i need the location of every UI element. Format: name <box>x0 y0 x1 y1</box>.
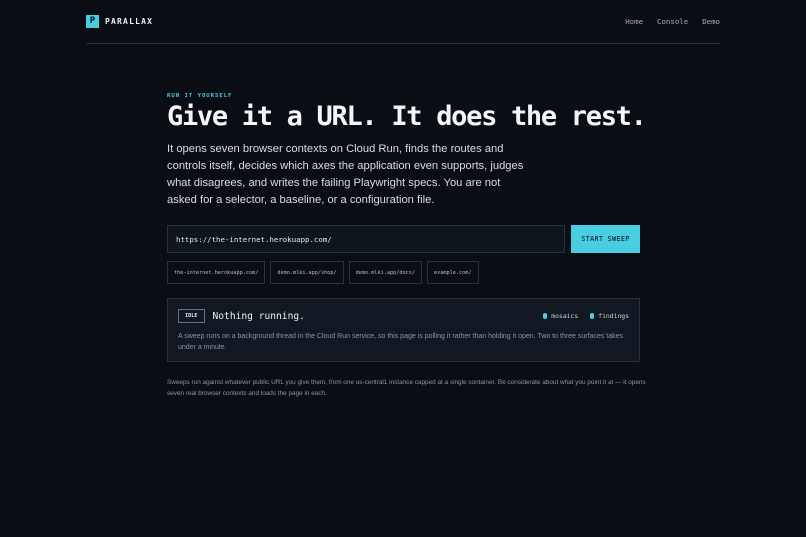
example-url-chip[interactable]: demo.mlki.app/shop/ <box>270 261 344 284</box>
page-title: Give it a URL. It does the rest. <box>167 101 647 132</box>
legend-item-mosaics: mosaics <box>543 312 578 320</box>
legend-item-findings: findings <box>590 312 629 320</box>
brand[interactable]: P PARALLAX <box>86 15 153 28</box>
url-input[interactable] <box>167 225 565 253</box>
footnote: Sweeps run against whatever public URL y… <box>167 379 646 397</box>
legend-label: mosaics <box>551 312 579 320</box>
status-description: A sweep runs on a background thread in t… <box>178 333 624 351</box>
status-title: Nothing running. <box>212 310 305 322</box>
nav-console-link[interactable]: Console <box>657 17 688 26</box>
dot-icon <box>590 313 595 319</box>
dot-icon <box>543 313 548 319</box>
brand-name: PARALLAX <box>105 17 154 26</box>
status-badge: IDLE <box>178 309 205 323</box>
legend-label: findings <box>598 312 629 320</box>
status-header: IDLE Nothing running. mosaics findings <box>178 309 629 323</box>
eyebrow-label: RUN IT YOURSELF <box>167 93 233 99</box>
example-url-chip[interactable]: example.com/ <box>427 261 479 284</box>
example-url-chip[interactable]: the-internet.herokuapp.com/ <box>167 261 266 284</box>
main-nav: Home Console Demo <box>625 17 720 26</box>
brand-logo-icon: P <box>86 15 99 28</box>
url-form: START SWEEP <box>167 225 640 253</box>
top-bar: P PARALLAX Home Console Demo <box>86 0 720 44</box>
example-urls: the-internet.herokuapp.com/ demo.mlki.ap… <box>167 261 479 284</box>
example-url-chip[interactable]: demo.mlki.app/docs/ <box>348 261 423 284</box>
nav-demo-link[interactable]: Demo <box>702 17 720 26</box>
intro-paragraph: It opens seven browser contexts on Cloud… <box>167 143 524 206</box>
legend: mosaics findings <box>543 312 629 320</box>
nav-home-link[interactable]: Home <box>625 17 643 26</box>
status-card: IDLE Nothing running. mosaics findings A… <box>167 298 640 362</box>
start-sweep-button[interactable]: START SWEEP <box>571 225 640 253</box>
